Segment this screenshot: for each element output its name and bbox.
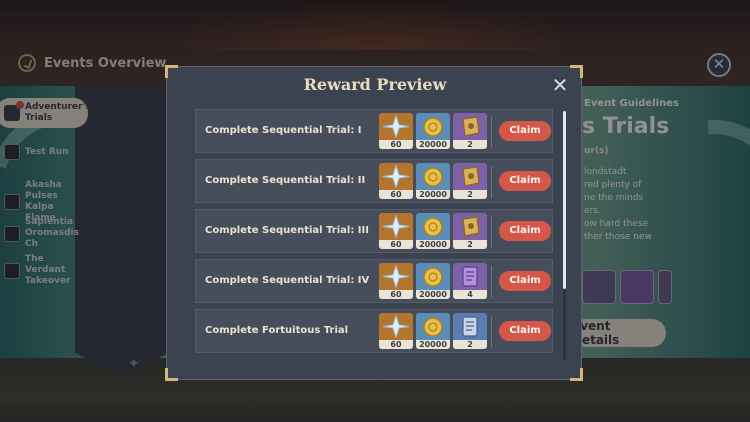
mora-reward[interactable]: 20000 [416,163,450,199]
divider [491,316,492,348]
scrollbar-thumb[interactable] [563,111,566,289]
corner-ornament [570,368,583,381]
blue-book-icon [462,316,478,337]
divider [491,216,492,248]
mora-reward[interactable]: 20000 [416,213,450,249]
reward-quantity: 2 [453,140,487,149]
modal-title: Reward Preview [303,75,447,94]
mora-reward[interactable]: 20000 [416,313,450,349]
claim-button[interactable]: Claim [499,121,551,141]
reward-quantity: 60 [379,140,413,149]
reward-quantity: 4 [453,290,487,299]
primogem-icon [382,164,410,189]
reward-list[interactable]: Complete Sequential Trial: I 60 20000 2 … [195,109,563,371]
reward-quantity: 20000 [416,340,450,349]
trial-label: Complete Sequential Trial: III [205,225,369,236]
claim-button[interactable]: Claim [499,221,551,241]
reward-row: Complete Fortuitous Trial 60 20000 2 Cla… [195,309,553,353]
reward-row: Complete Sequential Trial: I 60 20000 2 … [195,109,553,153]
book-reward[interactable]: 2 [453,113,487,149]
close-icon[interactable]: ✕ [550,75,570,95]
corner-ornament [165,368,178,381]
book-reward[interactable]: 2 [453,163,487,199]
talent-book-icon [462,166,480,187]
claim-button[interactable]: Claim [499,321,551,341]
mora-icon [423,167,443,187]
reward-quantity: 60 [379,190,413,199]
talent-book-icon [462,216,480,237]
primogem-reward[interactable]: 60 [379,213,413,249]
mora-icon [423,317,443,337]
trial-label: Complete Sequential Trial: II [205,175,366,186]
book-reward[interactable]: 4 [453,263,487,299]
primogem-icon [382,114,410,139]
reward-quantity: 20000 [416,140,450,149]
talent-book-icon [462,116,480,137]
reward-quantity: 20000 [416,190,450,199]
reward-quantity: 2 [453,190,487,199]
reward-quantity: 20000 [416,240,450,249]
mora-reward[interactable]: 20000 [416,113,450,149]
mora-icon [423,267,443,287]
divider [491,116,492,148]
primogem-reward[interactable]: 60 [379,313,413,349]
reward-quantity: 60 [379,240,413,249]
reward-row: Complete Sequential Trial: III 60 20000 … [195,209,553,253]
mora-icon [423,117,443,137]
reward-quantity: 60 [379,340,413,349]
reward-row: Complete Sequential Trial: II 60 20000 2… [195,159,553,203]
mora-icon [423,217,443,237]
purple-book-icon [462,266,478,287]
mora-reward[interactable]: 20000 [416,263,450,299]
trial-label: Complete Fortuitous Trial [205,325,349,336]
claim-button[interactable]: Claim [499,271,551,291]
trial-label: Complete Sequential Trial: IV [205,275,370,286]
book-reward[interactable]: 2 [453,213,487,249]
reward-quantity: 2 [453,240,487,249]
primogem-reward[interactable]: 60 [379,163,413,199]
primogem-icon [382,314,410,339]
primogem-icon [382,264,410,289]
book-reward[interactable]: 2 [453,313,487,349]
divider [491,266,492,298]
reward-preview-modal: Reward Preview ✕ Complete Sequential Tri… [165,65,583,381]
divider [491,166,492,198]
trial-label: Complete Sequential Trial: I [205,125,362,136]
claim-button[interactable]: Claim [499,171,551,191]
primogem-reward[interactable]: 60 [379,113,413,149]
reward-quantity: 20000 [416,290,450,299]
reward-quantity: 2 [453,340,487,349]
primogem-reward[interactable]: 60 [379,263,413,299]
primogem-icon [382,214,410,239]
reward-quantity: 60 [379,290,413,299]
reward-row: Complete Sequential Trial: IV 60 20000 4… [195,259,553,303]
